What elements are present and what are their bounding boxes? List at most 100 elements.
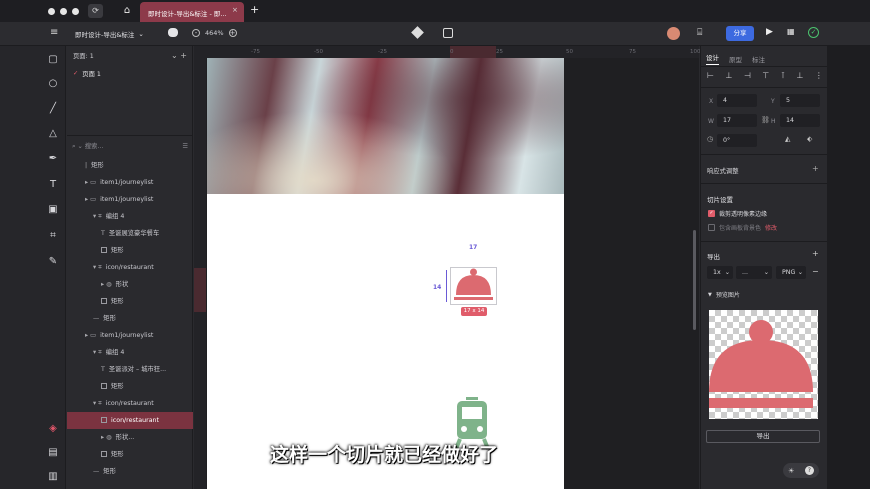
layer-row[interactable]: icon/restaurant <box>67 412 193 429</box>
layer-row[interactable]: — 矩形 <box>67 463 193 480</box>
export-button[interactable]: 导出 <box>706 430 820 443</box>
pages-header-actions-icon[interactable]: ⌄ + <box>171 51 187 60</box>
zoom-level[interactable]: 464% <box>205 29 224 37</box>
layer-row[interactable]: | 矩形 <box>67 157 193 174</box>
remove-export-icon[interactable]: − <box>812 267 819 276</box>
flip-horizontal-icon[interactable]: ◭ <box>785 135 790 143</box>
layer-row[interactable]: ▸ ▭ item1/journeylist <box>67 327 193 344</box>
tool-rail: ▢ ○ ╱ △ ✒ T ▣ ⌗ ✎ ◈ ▤ ▥ <box>0 46 66 489</box>
tab-design[interactable]: 设计 <box>706 52 719 65</box>
share-button[interactable]: 分享 <box>726 26 754 41</box>
ruler-selection-highlight <box>194 268 206 312</box>
layer-row[interactable]: ▾ ⌗ 编组 4 <box>67 344 193 361</box>
zoom-out-icon[interactable]: - <box>192 29 200 37</box>
rotation-input[interactable]: 0° <box>717 134 757 147</box>
layer-row[interactable]: 矩形 <box>67 293 193 310</box>
layer-row[interactable]: T 圣诞派对 – 城市狂... <box>67 361 193 378</box>
reload-icon[interactable]: ⟳ <box>88 4 103 18</box>
zoom-in-icon[interactable]: + <box>228 29 237 37</box>
layer-search[interactable]: ⌕ ⌄ 搜索... ☰ <box>72 141 188 151</box>
checkbox-checked-icon[interactable]: ✓ <box>708 210 715 217</box>
layer-row[interactable]: ▾ ⌗ 编组 4 <box>67 208 193 225</box>
video-subtitle: 这样一个切片就已经做好了 <box>270 444 499 466</box>
layer-row[interactable]: T 圣诞展览豪华餐车 <box>67 225 193 242</box>
help-widget: ☀ ? <box>783 463 819 478</box>
slice-tool-icon[interactable] <box>443 28 453 38</box>
distribute-icon[interactable]: ⋮ <box>815 71 823 80</box>
align-bottom-icon[interactable]: ⊥ <box>796 71 803 80</box>
window-maximize-dot[interactable] <box>72 8 79 15</box>
new-tab-button[interactable]: + <box>250 3 259 16</box>
artboard[interactable]: 17 14 17 x 14 <box>207 58 564 489</box>
layer-row[interactable]: ▸ ▭ item1/journeylist <box>67 174 193 191</box>
menu-icon[interactable]: ≡ <box>50 28 58 38</box>
canvas-scrollbar[interactable] <box>693 230 696 330</box>
tab-prototype[interactable]: 原型 <box>729 54 742 64</box>
window-close-dot[interactable] <box>48 8 55 15</box>
export-suffix-input[interactable]: ... ⌄ <box>736 266 772 279</box>
triangle-tool-icon[interactable]: △ <box>46 127 60 141</box>
crop-tool-icon[interactable]: ⌗ <box>46 229 60 243</box>
tab-document[interactable]: 即时设计-导出&标注 - 即... <box>140 2 244 22</box>
line-tool-icon[interactable]: ╱ <box>46 102 60 116</box>
brush-tool-icon[interactable]: ✎ <box>46 255 60 269</box>
ellipse-tool-icon[interactable]: ○ <box>46 77 60 91</box>
layer-row[interactable]: ▸ ◍ 形状... <box>67 429 193 446</box>
export-format-select[interactable]: PNG ⌄ <box>776 266 806 279</box>
checkbox-unchecked-icon[interactable] <box>708 224 715 231</box>
flip-vertical-icon[interactable]: ⬖ <box>807 135 812 143</box>
align-right-icon[interactable]: ⊣ <box>744 71 751 80</box>
play-icon[interactable]: ▶ <box>766 27 773 37</box>
export-scale-select[interactable]: 1x ⌄ <box>707 266 733 279</box>
modify-link[interactable]: 修改 <box>765 223 777 232</box>
desktop-edge <box>827 46 870 489</box>
responsive-title: 响应式调整 <box>707 168 739 175</box>
slice-option-trim[interactable]: ✓ 裁剪透明像素边缘 <box>708 209 767 218</box>
component-icon[interactable] <box>411 26 424 39</box>
dev-mode-icon[interactable]: ▦ <box>787 27 795 36</box>
avatar[interactable] <box>667 27 680 40</box>
theme-icon[interactable]: ☀ <box>788 467 794 475</box>
align-left-icon[interactable]: ⊢ <box>707 71 714 80</box>
tab-close-icon[interactable]: × <box>232 6 238 14</box>
image-tool-icon[interactable]: ▣ <box>46 203 60 217</box>
x-input[interactable]: 4 <box>717 94 757 107</box>
constrain-proportions-icon[interactable]: ⛓ <box>761 116 770 124</box>
text-tool-icon[interactable]: T <box>46 178 60 192</box>
layer-row[interactable]: 矩形 <box>67 378 193 395</box>
add-constraint-icon[interactable]: + <box>812 164 819 173</box>
layer-row[interactable]: ▸ ◍ 形状 <box>67 276 193 293</box>
tab-annotate[interactable]: 标注 <box>752 54 765 64</box>
layers-icon[interactable]: ◈ <box>46 422 60 436</box>
home-icon[interactable]: ⌂ <box>120 4 134 18</box>
layer-row[interactable]: ▾ ⌗ icon/restaurant <box>67 395 193 412</box>
align-hcenter-icon[interactable]: ⊥ <box>725 71 732 80</box>
slice-option-bg[interactable]: 包含画板背景色 修改 <box>708 223 777 232</box>
layer-row[interactable]: 矩形 <box>67 446 193 463</box>
file-name-dropdown[interactable]: 即时设计-导出&标注 ⌄ <box>75 29 144 39</box>
help-icon[interactable]: ? <box>804 466 814 475</box>
add-export-icon[interactable]: + <box>812 249 819 258</box>
layer-row[interactable]: ▾ ⌗ icon/restaurant <box>67 259 193 276</box>
pen-tool-icon[interactable]: ✒ <box>46 152 60 166</box>
search-input[interactable]: 搜索... <box>85 143 104 150</box>
filter-icon[interactable]: ☰ <box>182 143 188 150</box>
h-input[interactable]: 14 <box>780 114 820 127</box>
page-item[interactable]: ✓ 页面 1 <box>73 69 101 78</box>
assets-icon[interactable]: ▤ <box>46 446 60 460</box>
notes-icon[interactable]: ▥ <box>46 470 60 484</box>
restaurant-icon[interactable] <box>450 267 497 305</box>
preview-toggle[interactable]: ▼ 预览图片 <box>708 290 740 300</box>
window-minimize-dot[interactable] <box>60 8 67 15</box>
w-input[interactable]: 17 <box>717 114 757 127</box>
library-icon[interactable]: ⌸ <box>697 28 707 38</box>
layer-row[interactable]: 矩形 <box>67 242 193 259</box>
align-top-icon[interactable]: ⊤ <box>762 71 769 80</box>
comment-icon[interactable] <box>168 28 178 37</box>
y-input[interactable]: 5 <box>780 94 820 107</box>
divider <box>701 241 827 242</box>
layer-row[interactable]: — 矩形 <box>67 310 193 327</box>
layer-row[interactable]: ▸ ▭ item1/journeylist <box>67 191 193 208</box>
frame-tool-icon[interactable]: ▢ <box>46 53 60 67</box>
align-vcenter-icon[interactable]: ⊺ <box>781 71 785 80</box>
